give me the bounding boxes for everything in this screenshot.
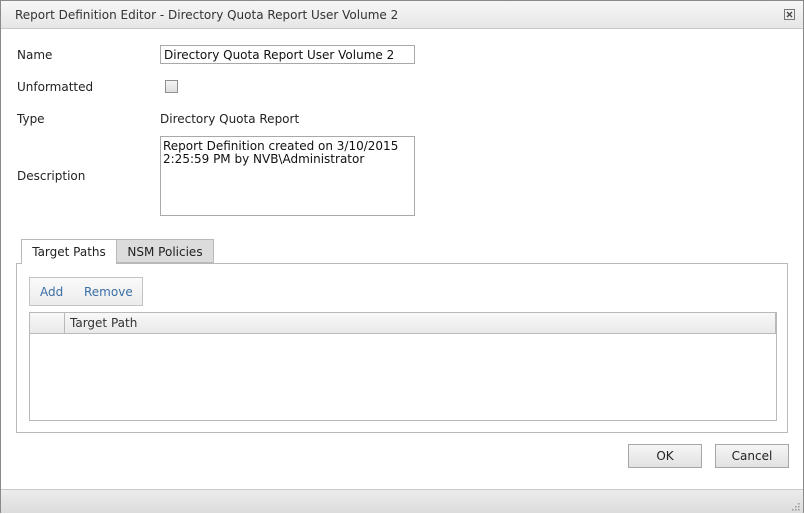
grid-toolbar: Add Remove — [29, 277, 143, 306]
description-label: Description — [17, 169, 86, 183]
type-value: Directory Quota Report — [160, 112, 300, 126]
window-title: Report Definition Editor - Directory Quo… — [15, 8, 399, 22]
report-definition-dialog: Report Definition Editor - Directory Quo… — [0, 0, 804, 513]
status-bar — [1, 489, 803, 513]
add-button[interactable]: Add — [40, 285, 63, 299]
target-paths-grid[interactable]: Target Path — [29, 312, 777, 421]
ok-button[interactable]: OK — [628, 444, 702, 468]
tab-target-paths[interactable]: Target Paths — [21, 239, 117, 264]
name-field[interactable] — [160, 45, 415, 64]
cancel-button[interactable]: Cancel — [715, 444, 789, 468]
column-divider — [775, 313, 776, 333]
grid-header: Target Path — [30, 313, 776, 334]
close-icon[interactable] — [784, 9, 795, 20]
unformatted-label: Unformatted — [17, 80, 94, 94]
tab-nsm-policies[interactable]: NSM Policies — [117, 239, 214, 263]
column-header-target-path[interactable]: Target Path — [70, 316, 137, 330]
resize-grip-icon[interactable] — [790, 500, 800, 511]
name-label: Name — [17, 48, 53, 62]
type-label: Type — [17, 112, 45, 126]
title-bar[interactable]: Report Definition Editor - Directory Quo… — [1, 1, 803, 29]
unformatted-checkbox[interactable] — [165, 80, 178, 93]
row-select-column-header[interactable] — [30, 313, 65, 333]
remove-button[interactable]: Remove — [84, 285, 133, 299]
description-field[interactable] — [160, 136, 415, 216]
